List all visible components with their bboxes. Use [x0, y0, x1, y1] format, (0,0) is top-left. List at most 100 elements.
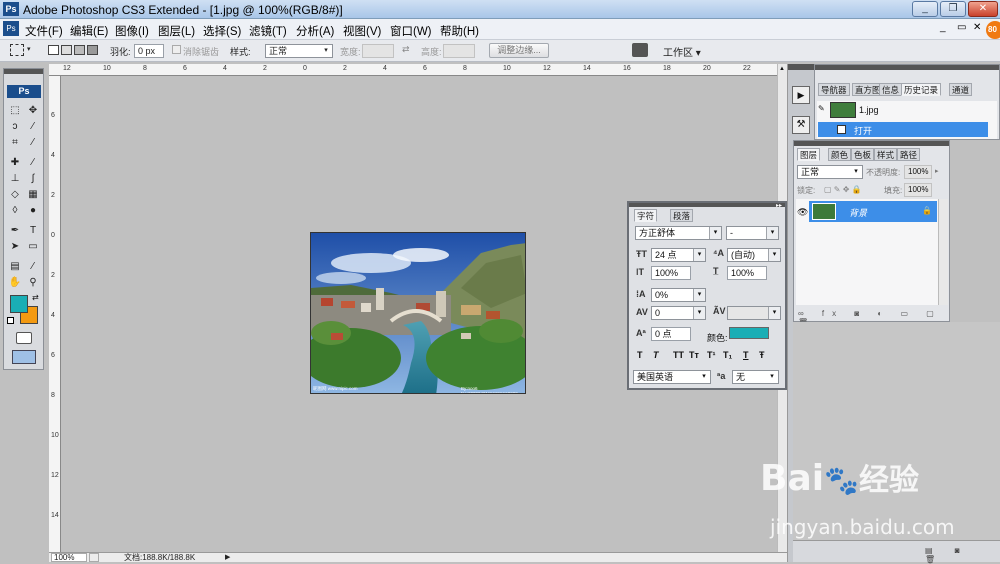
zoom-icon[interactable]: [89, 553, 99, 562]
status-menu-arrow-icon[interactable]: ▶: [225, 553, 230, 562]
new-selection-icon[interactable]: [48, 45, 59, 55]
quick-mask-icon[interactable]: [16, 332, 32, 344]
tools-panel-grip[interactable]: [4, 69, 43, 74]
app-restore-button[interactable]: ▭: [957, 22, 966, 33]
tab-color[interactable]: 颜色: [828, 148, 852, 161]
character-panel-grip[interactable]: [629, 203, 785, 207]
path-select-icon[interactable]: ➤: [7, 240, 23, 254]
menu-select[interactable]: 选择(S): [203, 23, 241, 39]
stamp-icon[interactable]: ⊥: [7, 172, 23, 186]
zoom-field[interactable]: 100%: [51, 553, 87, 562]
bridge-icon[interactable]: [632, 43, 648, 57]
tracking-select[interactable]: ▾: [727, 306, 781, 320]
refine-edge-button[interactable]: 调整边缘...: [489, 43, 549, 58]
antialias-checkbox[interactable]: [172, 45, 181, 54]
tools-ps-logo[interactable]: Ps: [7, 85, 41, 98]
superscript-button[interactable]: T¹: [707, 350, 716, 360]
history-state-row[interactable]: 打开: [818, 122, 988, 137]
leading-select[interactable]: (自动) ▾: [727, 248, 781, 262]
subscript-button[interactable]: T₁: [723, 350, 732, 360]
tab-character[interactable]: 字符: [634, 209, 658, 222]
history-bottom-icons[interactable]: ▤ ◙ 🗑: [925, 546, 1000, 564]
tab-navigator[interactable]: 导航器: [818, 83, 850, 96]
tab-info[interactable]: 信息: [879, 83, 903, 96]
baseline-shift-input[interactable]: 0 点: [651, 327, 691, 341]
font-style-select[interactable]: - ▾: [726, 226, 779, 240]
width-input[interactable]: [362, 44, 394, 58]
underline-button[interactable]: T: [743, 350, 749, 360]
ps-menu-icon[interactable]: Ps: [3, 21, 19, 36]
tab-layers[interactable]: 图层: [797, 148, 821, 161]
magic-wand-icon[interactable]: ⁄: [25, 120, 41, 134]
add-selection-icon[interactable]: [61, 45, 72, 55]
document-image[interactable]: 昵图网 www.nipic.com By:noo6 No:20090401151…: [310, 232, 526, 394]
style-select[interactable]: 正常 ▾: [265, 44, 333, 58]
scroll-up-icon[interactable]: ▲: [779, 66, 785, 72]
text-color-swatch[interactable]: [729, 327, 769, 339]
menu-filter[interactable]: 滤镜(T): [249, 23, 287, 39]
pen-icon[interactable]: ✒: [7, 224, 23, 238]
menu-layer[interactable]: 图层(L): [158, 23, 195, 39]
zoom-icon[interactable]: ⚲: [25, 276, 41, 290]
notes-icon[interactable]: ▤: [7, 260, 23, 274]
font-family-select[interactable]: 方正舒体 ▾: [635, 226, 722, 240]
notification-badge[interactable]: 80: [986, 21, 1000, 39]
small-caps-button[interactable]: Tт: [689, 350, 699, 360]
actions-panel-icon[interactable]: ▶: [792, 86, 810, 104]
intersect-selection-icon[interactable]: [87, 45, 98, 55]
eraser-icon[interactable]: ◇: [7, 188, 23, 202]
tab-history[interactable]: 历史记录: [901, 83, 942, 96]
antialias-select[interactable]: 无 ▾: [732, 370, 779, 384]
eyedropper-icon[interactable]: ⁄: [25, 260, 41, 274]
menu-image[interactable]: 图像(I): [115, 23, 149, 39]
menu-view[interactable]: 视图(V): [343, 23, 381, 39]
tab-channels[interactable]: 通道: [949, 83, 973, 96]
height-input[interactable]: [443, 44, 475, 58]
marquee-icon[interactable]: ⬚: [7, 104, 23, 118]
marquee-tool-icon[interactable]: [10, 44, 24, 56]
healing-icon[interactable]: ✚: [7, 156, 23, 170]
default-colors-icon[interactable]: [7, 317, 14, 324]
tsume-select[interactable]: 0% ▾: [651, 288, 706, 302]
dodge-icon[interactable]: ●: [25, 204, 41, 218]
app-minimize-button[interactable]: _: [940, 22, 946, 33]
collapse-icon[interactable]: ▸▸: [776, 202, 782, 209]
menu-window[interactable]: 窗口(W): [390, 23, 432, 39]
language-select[interactable]: 美国英语 ▾: [633, 370, 711, 384]
shape-icon[interactable]: ▭: [25, 240, 41, 254]
layers-scrollbar[interactable]: [938, 199, 948, 305]
tab-styles[interactable]: 样式: [874, 148, 898, 161]
swap-colors-icon[interactable]: ⇄: [32, 293, 39, 302]
layers-panel-grip[interactable]: [794, 141, 949, 146]
kerning-select[interactable]: 0 ▾: [651, 306, 706, 320]
font-size-select[interactable]: 24 点 ▾: [651, 248, 706, 262]
lasso-icon[interactable]: ↄ: [7, 120, 23, 134]
foreground-color[interactable]: [10, 295, 28, 313]
blur-icon[interactable]: ◊: [7, 204, 23, 218]
swap-icon[interactable]: ⇄: [402, 44, 410, 55]
snapshot-thumbnail[interactable]: [830, 102, 856, 118]
menu-help[interactable]: 帮助(H): [440, 23, 479, 39]
screen-mode-icon[interactable]: [12, 350, 36, 364]
opacity-input[interactable]: 100%: [904, 165, 932, 179]
horizontal-scale-input[interactable]: 100%: [727, 266, 767, 280]
strikethrough-button[interactable]: Ŧ: [759, 350, 765, 360]
restore-button[interactable]: ❐: [940, 1, 966, 17]
type-icon[interactable]: T: [25, 224, 41, 238]
all-caps-button[interactable]: TT: [673, 350, 684, 360]
brush-icon[interactable]: ∕: [25, 156, 41, 170]
move-icon[interactable]: ✥: [25, 104, 41, 118]
hand-icon[interactable]: ✋: [7, 276, 23, 290]
blend-mode-select[interactable]: 正常 ▾: [797, 165, 863, 179]
tab-paths[interactable]: 路径: [897, 148, 921, 161]
tool-presets-icon[interactable]: ⚒: [792, 116, 810, 134]
slice-icon[interactable]: ⁄: [25, 136, 41, 150]
menu-analysis[interactable]: 分析(A): [296, 23, 334, 39]
history-panel-grip[interactable]: [815, 65, 999, 70]
opacity-arrow-icon[interactable]: ▸: [935, 167, 939, 175]
tool-preset-dropdown-icon[interactable]: ▾: [27, 45, 31, 53]
crop-icon[interactable]: ⌗: [7, 136, 23, 150]
bold-button[interactable]: T: [637, 350, 643, 360]
italic-button[interactable]: T: [653, 350, 659, 360]
vertical-scale-input[interactable]: 100%: [651, 266, 691, 280]
